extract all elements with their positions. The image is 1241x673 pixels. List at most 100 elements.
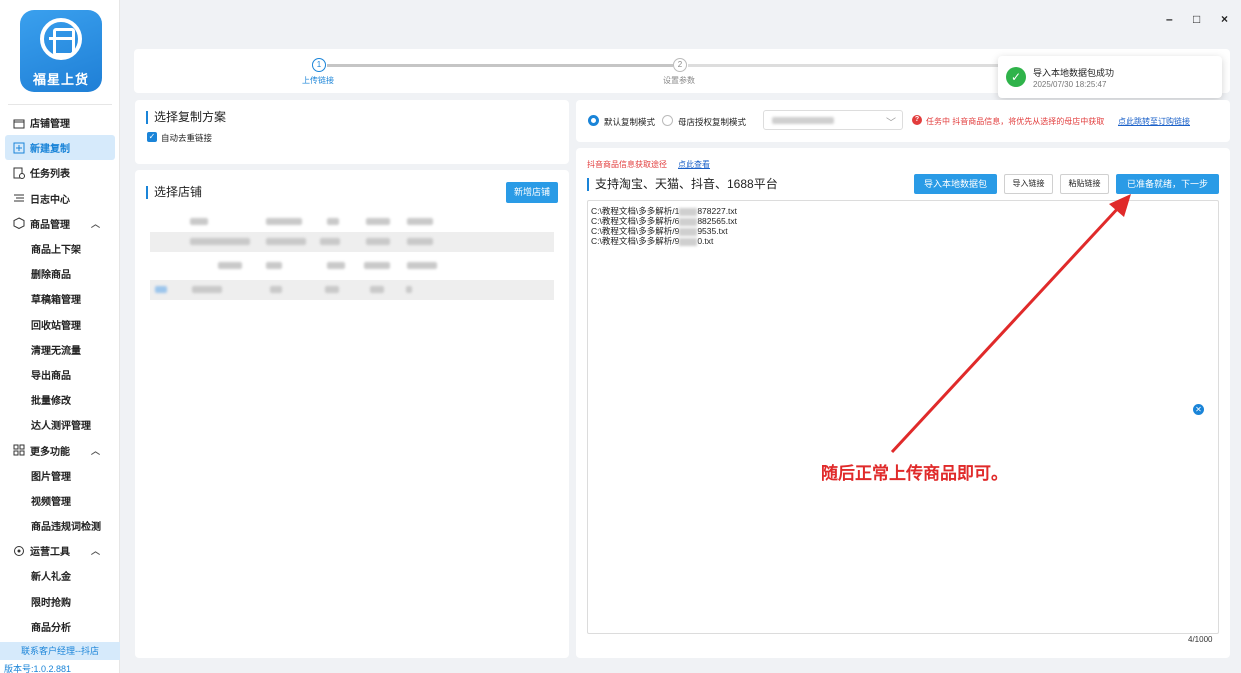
auth-mode-label: 母店授权复制模式 bbox=[678, 117, 747, 127]
sidebar-item-label: 店铺管理 bbox=[30, 119, 70, 131]
auth-mode-radio[interactable] bbox=[662, 115, 673, 126]
file-line: C:\教程文档\多多解析/1 878227.txt bbox=[591, 206, 738, 216]
shop-row-header bbox=[150, 212, 554, 232]
shop-row[interactable] bbox=[150, 280, 554, 300]
step-connector bbox=[327, 64, 673, 67]
annotation-text: 随后正常上传商品即可。 bbox=[821, 464, 1008, 483]
sidebar-item-label: 删除商品 bbox=[31, 270, 71, 282]
shop-row[interactable] bbox=[150, 256, 554, 276]
logo-text: 福星上货 bbox=[32, 72, 89, 87]
sidebar-item-shop[interactable]: 店铺管理 bbox=[0, 110, 120, 135]
sidebar-item-goods[interactable]: 商品管理 ︿ bbox=[0, 211, 120, 236]
cube-icon bbox=[12, 216, 26, 230]
sidebar-item-task-list[interactable]: 任务列表 bbox=[0, 160, 120, 185]
shop-icon bbox=[12, 116, 26, 130]
parent-shop-select[interactable]: ﹀ bbox=[763, 110, 903, 130]
step-1-circle: 1 bbox=[312, 58, 326, 72]
nav-menu: 店铺管理 新建复制 任务列表 日志中心 商品管理 ︿ 商品上下架 删除商品 草稿… bbox=[0, 110, 120, 639]
chevron-up-icon: ︿ bbox=[90, 445, 100, 456]
default-mode-radio[interactable] bbox=[588, 115, 599, 126]
warning-icon: ? bbox=[912, 115, 922, 125]
sidebar-item-label: 日志中心 bbox=[30, 194, 70, 206]
sidebar-item-review[interactable]: 达人测评管理 bbox=[0, 412, 120, 437]
task-list-icon bbox=[12, 166, 26, 180]
warning-text: 任务中 抖音商品信息，将优先从选择的母店中获取 bbox=[926, 117, 1105, 126]
sidebar-item-gift[interactable]: 新人礼金 bbox=[0, 563, 120, 588]
grid-icon bbox=[12, 443, 26, 457]
sidebar-item-log[interactable]: 日志中心 bbox=[0, 186, 120, 211]
toast-title: 导入本地数据包成功 bbox=[1033, 68, 1115, 78]
sidebar-item-videos[interactable]: 视频管理 bbox=[0, 488, 120, 513]
shop-row[interactable] bbox=[150, 232, 554, 252]
nav-divider bbox=[8, 104, 112, 105]
order-link[interactable]: 点此跳转至订购链接 bbox=[1118, 116, 1190, 127]
links-textarea[interactable]: C:\教程文档\多多解析/1 878227.txt C:\教程文档\多多解析/6 8… bbox=[587, 200, 1219, 634]
next-step-button[interactable]: 已准备就绪，下一步 bbox=[1116, 174, 1219, 194]
sidebar-item-batch-edit[interactable]: 批量修改 bbox=[0, 387, 120, 412]
chevron-up-icon: ︿ bbox=[90, 546, 100, 557]
sidebar-item-label: 商品上下架 bbox=[31, 245, 81, 257]
parent-shop-value bbox=[772, 117, 834, 124]
clear-icon[interactable]: ✕ bbox=[1193, 404, 1204, 415]
paste-link-button[interactable]: 粘贴链接 bbox=[1060, 174, 1109, 194]
plus-square-icon bbox=[12, 141, 26, 155]
dedupe-checkbox[interactable]: ✓ bbox=[147, 132, 157, 142]
sidebar-item-ops[interactable]: 运营工具 ︿ bbox=[0, 538, 120, 563]
version-label: 版本号:1.0.2.881 bbox=[4, 664, 72, 673]
sidebar-item-goods-shelf[interactable]: 商品上下架 bbox=[0, 236, 120, 261]
sidebar-item-recycle[interactable]: 回收站管理 bbox=[0, 312, 120, 337]
file-line: C:\教程文档\多多解析/9 0.txt bbox=[591, 236, 714, 246]
import-link-button[interactable]: 导入链接 bbox=[1004, 174, 1053, 194]
source-red-label: 抖音商品信息获取途径 bbox=[587, 160, 667, 169]
sidebar-item-label: 商品管理 bbox=[30, 219, 70, 231]
step-1-label: 上传链接 bbox=[302, 76, 334, 85]
sidebar-item-label: 商品违规词检测 bbox=[31, 522, 101, 534]
contact-manager-link[interactable]: 联系客户经理--抖店 bbox=[0, 642, 120, 660]
sidebar-item-clean[interactable]: 清理无流量 bbox=[0, 337, 120, 362]
sidebar-item-images[interactable]: 图片管理 bbox=[0, 463, 120, 488]
check-icon: ✓ bbox=[1006, 67, 1026, 87]
sidebar-item-label: 商品分析 bbox=[31, 622, 71, 634]
maximize-button[interactable]: □ bbox=[1193, 12, 1200, 26]
shop-title: 选择店铺 bbox=[146, 186, 202, 199]
sidebar-item-label: 新建复制 bbox=[30, 144, 70, 156]
toast-time: 2025/07/30 18:25:47 bbox=[1033, 80, 1107, 89]
step-2-circle: 2 bbox=[673, 58, 687, 72]
file-line: C:\教程文档\多多解析/9 9535.txt bbox=[591, 226, 728, 236]
minimize-button[interactable]: – bbox=[1166, 12, 1173, 26]
sidebar-item-new-copy[interactable]: 新建复制 bbox=[5, 135, 115, 161]
sidebar-item-label: 批量修改 bbox=[31, 396, 71, 408]
sidebar-item-label: 回收站管理 bbox=[31, 320, 81, 332]
sidebar-item-label: 运营工具 bbox=[30, 547, 70, 559]
sidebar-item-label: 导出商品 bbox=[31, 370, 71, 382]
sidebar-item-export[interactable]: 导出商品 bbox=[0, 362, 120, 387]
sidebar-item-delete-goods[interactable]: 删除商品 bbox=[0, 261, 120, 286]
sidebar-item-analysis[interactable]: 商品分析 bbox=[0, 614, 120, 639]
log-icon bbox=[12, 191, 26, 205]
platforms-title: 支持淘宝、天猫、抖音、1688平台 bbox=[587, 178, 778, 191]
sidebar-item-label: 新人礼金 bbox=[31, 572, 71, 584]
chevron-up-icon: ︿ bbox=[90, 218, 100, 229]
import-package-button[interactable]: 导入本地数据包 bbox=[914, 174, 997, 194]
sidebar-item-label: 图片管理 bbox=[31, 471, 71, 483]
sidebar-item-label: 草稿箱管理 bbox=[31, 295, 81, 307]
sidebar-item-drafts[interactable]: 草稿箱管理 bbox=[0, 286, 120, 311]
sidebar-item-label: 任务列表 bbox=[30, 169, 70, 181]
sidebar-item-label: 限时抢购 bbox=[31, 597, 71, 609]
sidebar-item-label: 更多功能 bbox=[30, 446, 70, 458]
sidebar-item-more[interactable]: 更多功能 ︿ bbox=[0, 437, 120, 462]
logo-icon bbox=[40, 18, 82, 60]
sidebar-item-flash-sale[interactable]: 限时抢购 bbox=[0, 589, 120, 614]
scheme-title: 选择复制方案 bbox=[146, 111, 226, 124]
sidebar-item-violations[interactable]: 商品违规词检测 bbox=[0, 513, 120, 538]
add-shop-button[interactable]: 新增店铺 bbox=[506, 182, 558, 203]
default-mode-label: 默认复制模式 bbox=[604, 117, 656, 127]
app-logo: 福星上货 bbox=[20, 10, 102, 92]
file-line: C:\教程文档\多多解析/6 882565.txt bbox=[591, 216, 738, 226]
tools-icon bbox=[12, 544, 26, 558]
view-link[interactable]: 点此查看 bbox=[678, 159, 710, 170]
close-button[interactable]: × bbox=[1221, 12, 1228, 26]
dedupe-label: 自动去重链接 bbox=[161, 133, 213, 143]
scheme-card: 选择复制方案 ✓ 自动去重链接 bbox=[135, 100, 569, 164]
step-2-label: 设置参数 bbox=[663, 76, 695, 85]
